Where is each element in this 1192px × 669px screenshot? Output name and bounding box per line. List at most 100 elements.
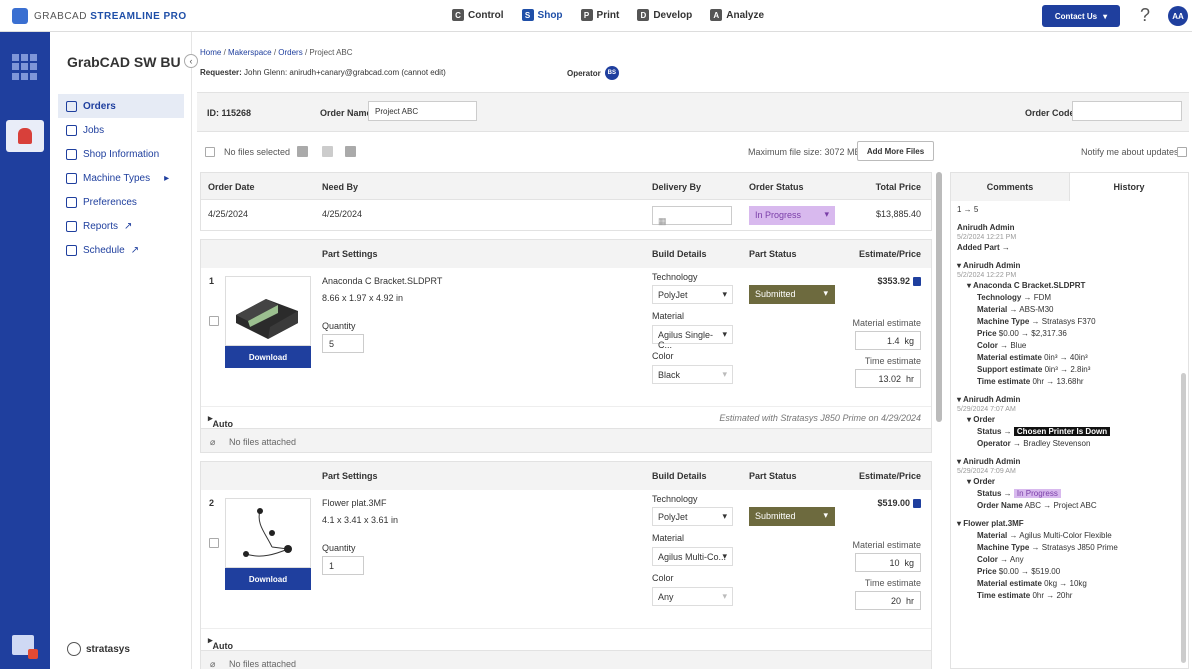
part-number: 1 [209,276,215,286]
select-all-checkbox[interactable] [205,147,215,157]
time-estimate-input[interactable]: 20 hr [855,591,921,610]
breadcrumb-makerspace[interactable]: Makerspace [228,48,272,57]
sidebar-item-shop-information[interactable]: Shop Information [58,142,184,166]
material-label: Material [652,533,685,543]
tab-history[interactable]: History [1069,173,1188,201]
add-more-files-button[interactable]: Add More Files [857,141,934,161]
shop-icon: S [521,9,534,21]
trash-icon[interactable] [345,146,356,157]
sidebar-item-jobs[interactable]: Jobs [58,118,184,142]
print-icon: P [580,9,593,21]
nav-print[interactable]: P Print [580,9,619,21]
file-toolbar: No files selected Maximum file size: 307… [197,140,1189,164]
part-status-select[interactable]: Submitted [749,507,835,526]
external-link-icon: ↗ [124,220,133,232]
app-grid-icon[interactable] [12,54,38,80]
order-id: ID: 115268 [207,108,252,118]
part-status-select[interactable]: Submitted [749,285,835,304]
history-list: 1 → 5 Anirudh Admin 5/2/2024 12:21 PM Ad… [957,205,1118,600]
quantity-input[interactable]: 1 [322,556,364,575]
nav-control[interactable]: C Control [452,9,504,21]
time-estimate-input[interactable]: 13.02 hr [855,369,921,388]
order-code-input[interactable] [1072,101,1182,121]
machine-icon [66,172,77,184]
breadcrumb-orders[interactable]: Orders [278,48,302,57]
sidebar-item-schedule[interactable]: Schedule ↗ [58,238,184,262]
part-header: Part Settings Build Details Part Status … [201,462,931,490]
color-select[interactable]: Any [652,587,733,606]
auto-estimation-toggle[interactable]: ▸ Auto Estimation [201,628,931,661]
breadcrumb-current: Project ABC [309,48,353,57]
color-select[interactable]: Black [652,365,733,384]
operator-avatar[interactable]: BS [604,66,619,80]
color-label: Color [652,351,674,361]
app-name: GRABCAD STREAMLINE PRO [34,10,187,22]
user-avatar[interactable]: AA [1168,6,1188,26]
auto-estimations-toggle[interactable]: ▸ Auto Estimations Estimated with Strata… [201,406,931,439]
time-estimate-label: Time estimate [864,356,921,366]
order-code-label: Order Code: [1025,108,1078,118]
tab-comments[interactable]: Comments [951,173,1069,201]
order-id-row: ID: 115268 Order Name: Project ABC Order… [197,92,1189,132]
breadcrumb-home[interactable]: Home [200,48,221,57]
notify-checkbox[interactable] [1177,147,1187,157]
part-files: ⌀ No files attached [201,428,931,452]
makerspace-app-icon[interactable] [6,120,44,152]
part-dimensions: 8.66 x 1.97 x 4.92 in [322,293,404,303]
history-scrollbar[interactable] [1181,373,1186,663]
sidebar-item-preferences[interactable]: Preferences [58,190,184,214]
part-checkbox[interactable] [209,316,219,326]
schedule-icon [66,244,77,256]
download-icon[interactable] [322,146,333,157]
technology-select[interactable]: PolyJet [652,507,733,526]
notification-badge [28,649,38,659]
control-icon: C [452,9,464,21]
material-select[interactable]: Agilus Multi-Co... [652,547,733,566]
top-bar: GRABCAD STREAMLINE PRO C Control S Shop PP… [0,0,1192,32]
part-thumbnail [225,498,311,568]
estimated-note: Estimated with Stratasys J850 Prime on 4… [719,413,921,423]
sidebar-item-reports[interactable]: Reports ↗ [58,214,184,238]
nav-develop[interactable]: D Develop [637,9,692,21]
external-link-icon: ↗ [130,244,140,256]
technology-label: Technology [652,272,698,282]
nav-shop[interactable]: S Shop [521,9,563,21]
material-select[interactable]: Agilus Single-C... [652,325,733,350]
preferences-icon [66,196,77,208]
collapse-sidebar-button[interactable]: ‹ [184,54,198,68]
status-badge: In Progress [1013,489,1061,498]
nav-analyze[interactable]: A Analyze [710,9,764,21]
material-estimate-input[interactable]: 1.4 kg [855,331,921,350]
download-button[interactable]: Download [225,568,311,590]
material-estimate-label: Material estimate [852,540,921,550]
quantity-input[interactable]: 5 [322,334,364,353]
calculator-icon[interactable] [913,276,921,286]
caret-right-icon: ▸ [164,172,170,184]
file-icon[interactable] [297,146,308,157]
calendar-icon[interactable] [12,635,38,659]
material-estimate-input[interactable]: 10 kg [855,553,921,572]
sidebar-item-orders[interactable]: Orders [58,94,184,118]
sidebar-item-machine-types[interactable]: Machine Types ▸ [58,166,184,190]
calculator-icon[interactable] [913,498,921,508]
paperclip-icon: ⌀ [210,437,216,447]
technology-select[interactable]: PolyJet [652,285,733,304]
technology-label: Technology [652,494,698,504]
contact-us-button[interactable]: Contact Us ▾ [1042,5,1120,27]
delivery-date-picker[interactable]: ▦ [652,206,732,226]
app-logo[interactable]: GRABCAD STREAMLINE PRO [12,8,187,24]
order-status-select[interactable]: In Progress [749,206,835,225]
breadcrumb: Home / Makerspace / Orders / Project ABC [200,48,353,57]
orders-icon [66,100,77,112]
part-checkbox[interactable] [209,538,219,548]
help-icon[interactable]: ? [1140,5,1150,26]
download-button[interactable]: Download [225,346,311,368]
max-file-size: Maximum file size: 3072 MB [748,147,861,157]
part-price: $353.92 [877,276,921,286]
order-name-input[interactable]: Project ABC [368,101,477,121]
part-file-name: Flower plat.3MF [322,498,387,508]
reports-icon [66,220,77,232]
part-thumbnail [225,276,311,346]
quantity-label: Quantity [322,321,356,331]
main-scrollbar[interactable] [936,172,942,422]
